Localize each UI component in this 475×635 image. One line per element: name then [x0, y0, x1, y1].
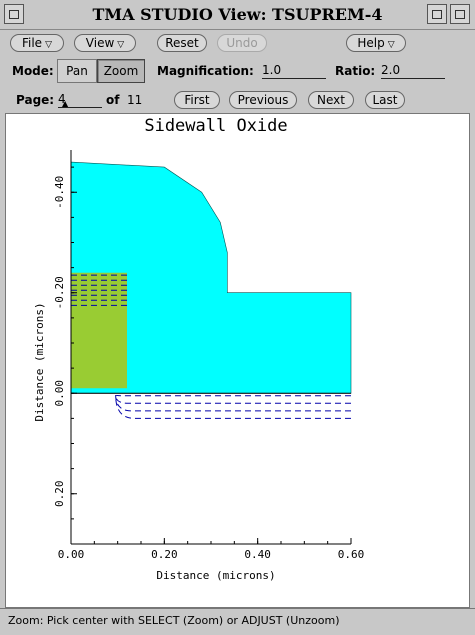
contour-line: [115, 395, 351, 419]
window-title: TMA STUDIO View: TSUPREM-4: [92, 5, 383, 24]
y-tick-label: -0.20: [53, 276, 66, 309]
plot-canvas[interactable]: Sidewall Oxide 0.00 0.20 0.40 0.60 -0.40 -0.2…: [5, 113, 470, 608]
view-menu-label: View: [85, 36, 115, 50]
chevron-down-icon: ▽: [45, 40, 52, 50]
y-axis-label: Distance (microns): [33, 302, 46, 421]
last-page-button[interactable]: Last: [365, 91, 405, 109]
help-menu-label: Help: [357, 36, 385, 50]
pan-mode-button[interactable]: Pan: [57, 59, 97, 83]
title-bar: TMA STUDIO View: TSUPREM-4: [0, 0, 475, 30]
ratio-input[interactable]: 2.0: [381, 63, 445, 79]
status-text: Zoom: Pick center with SELECT (Zoom) or …: [8, 614, 340, 627]
region-polysilicon: [71, 272, 127, 389]
maximize-button[interactable]: [450, 4, 470, 24]
x-tick-label: 0.20: [151, 548, 178, 561]
magnification-input[interactable]: 1.0: [262, 63, 326, 79]
x-tick-label: 0.60: [338, 548, 365, 561]
view-menu-button[interactable]: View ▽: [74, 34, 136, 52]
zoom-mode-button[interactable]: Zoom: [97, 59, 145, 83]
page-label: Page:: [16, 93, 55, 107]
chevron-down-icon: ▽: [117, 40, 125, 50]
plot-svg[interactable]: Sidewall Oxide 0.00 0.20 0.40 0.60 -0.40 -0.2…: [6, 114, 470, 608]
y-tick-label: -0.40: [53, 176, 66, 209]
first-page-button[interactable]: First: [174, 91, 220, 109]
plot-regions: [70, 161, 352, 394]
status-bar: Zoom: Pick center with SELECT (Zoom) or …: [0, 608, 475, 635]
file-menu-button[interactable]: File ▽: [10, 34, 64, 52]
ratio-label: Ratio:: [335, 64, 376, 78]
x-tick-label: 0.40: [244, 548, 271, 561]
x-axis-label: Distance (microns): [156, 569, 275, 582]
x-tick-label: 0.00: [58, 548, 85, 561]
magnification-label: Magnification:: [157, 64, 254, 78]
contour-line: [115, 395, 351, 404]
help-menu-button[interactable]: Help ▽: [346, 34, 406, 52]
reset-button[interactable]: Reset: [157, 34, 207, 52]
page-of-label: of: [106, 93, 120, 107]
undo-button[interactable]: Undo: [217, 34, 267, 52]
page-total: 11: [127, 93, 143, 107]
contour-line: [115, 394, 351, 397]
minimize-button[interactable]: [427, 4, 447, 24]
chevron-down-icon: ▽: [387, 40, 395, 50]
text-cursor-icon: ▲: [62, 99, 69, 108]
y-tick-label: 0.20: [53, 481, 66, 508]
plot-title: Sidewall Oxide: [144, 116, 287, 136]
mode-label: Mode:: [12, 64, 54, 78]
file-menu-label: File: [21, 36, 43, 50]
y-tick-label: 0.00: [53, 380, 66, 407]
next-page-button[interactable]: Next: [308, 91, 354, 109]
previous-page-button[interactable]: Previous: [229, 91, 297, 109]
